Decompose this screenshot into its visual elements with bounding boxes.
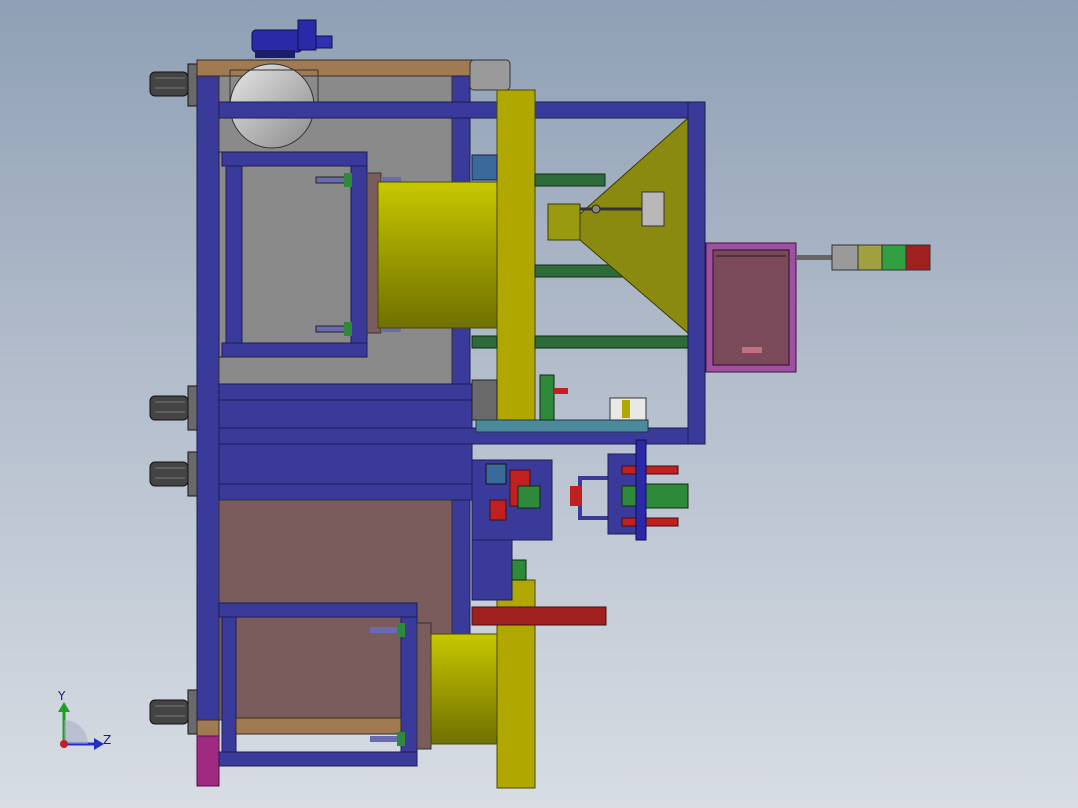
z-axis-label: Z	[103, 733, 111, 747]
signal-tower	[796, 244, 931, 271]
orientation-triad: Y Z	[57, 689, 111, 750]
lower-cylinder	[430, 633, 502, 745]
control-box	[705, 242, 797, 373]
right-frame	[687, 101, 706, 445]
caster-wheels	[149, 63, 199, 735]
hopper	[547, 116, 689, 335]
y-axis-label: Y	[57, 689, 66, 703]
upper-cylinder	[377, 181, 501, 329]
machine-model[interactable]: Y Z	[0, 0, 1078, 808]
top-motor	[251, 19, 333, 58]
cad-viewport[interactable]: Y Z	[0, 0, 1078, 808]
